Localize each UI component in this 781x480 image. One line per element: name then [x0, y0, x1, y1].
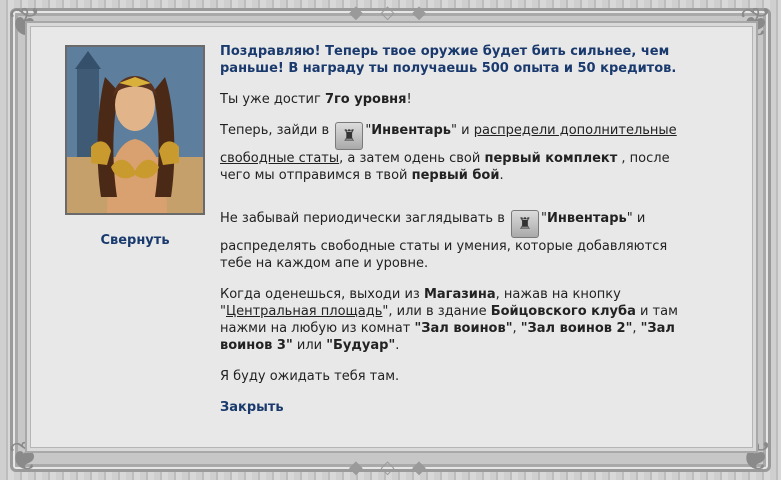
text: ", или в здание — [382, 304, 491, 319]
room-name: "Будуар" — [326, 338, 396, 353]
dialog-panel: Свернуть Поздравляю! Теперь твое оружие … — [30, 26, 753, 448]
text: , — [632, 321, 641, 336]
text: , — [512, 321, 521, 336]
bag-icon[interactable]: ♜ — [335, 122, 364, 150]
inventory-label: Инвентарь — [371, 123, 452, 138]
fight-club-name: Бойцовского клуба — [490, 304, 636, 319]
inventory-instructions: Теперь, зайди в ♜ "Инвентарь" и распредел… — [220, 122, 690, 184]
text: и — [457, 123, 474, 138]
text: Ты уже достиг — [220, 92, 325, 107]
navigation-paragraph: Когда оденешься, выходи из Магазина, наж… — [220, 286, 690, 354]
shop-name: Магазина — [423, 287, 496, 302]
text: или — [292, 338, 327, 353]
text: . — [395, 338, 400, 353]
text: . — [499, 168, 504, 183]
frame-bottom-ornament: ◆ ◇ ◆ — [349, 457, 432, 478]
text: Не забывай периодически заглядывать в — [220, 211, 510, 226]
reminder-paragraph: Не забывай периодически заглядывать в ♜ "… — [220, 210, 690, 272]
close-link[interactable]: Закрыть — [220, 400, 284, 415]
congrats-headline: Поздравляю! Теперь твое оружие будет бит… — [220, 44, 677, 76]
text: , а затем одень свой — [339, 151, 485, 166]
text: Когда оденешься, выходи из — [220, 287, 424, 302]
bag-icon[interactable]: ♜ — [511, 210, 540, 238]
room-name: "Зал воинов" — [414, 321, 513, 336]
room-name: "Зал воинов 2" — [520, 321, 633, 336]
farewell-text: Я буду ожидать тебя там. — [220, 369, 400, 384]
central-square-link[interactable]: Центральная площадь — [226, 304, 382, 319]
first-set: первый комплект — [484, 151, 618, 166]
character-portrait — [65, 45, 205, 215]
frame-top-ornament: ◆ ◇ ◆ — [349, 2, 432, 23]
text: ! — [406, 92, 412, 107]
level-value: 7го уровня — [324, 92, 407, 107]
inventory-label: Инвентарь — [547, 211, 627, 226]
text: Теперь, зайди в — [220, 123, 334, 138]
dialog-content: Поздравляю! Теперь твое оружие будет бит… — [220, 43, 690, 430]
collapse-link[interactable]: Свернуть — [65, 233, 205, 248]
first-battle: первый бой — [411, 168, 500, 183]
level-paragraph: Ты уже достиг 7го уровня! — [220, 91, 690, 108]
